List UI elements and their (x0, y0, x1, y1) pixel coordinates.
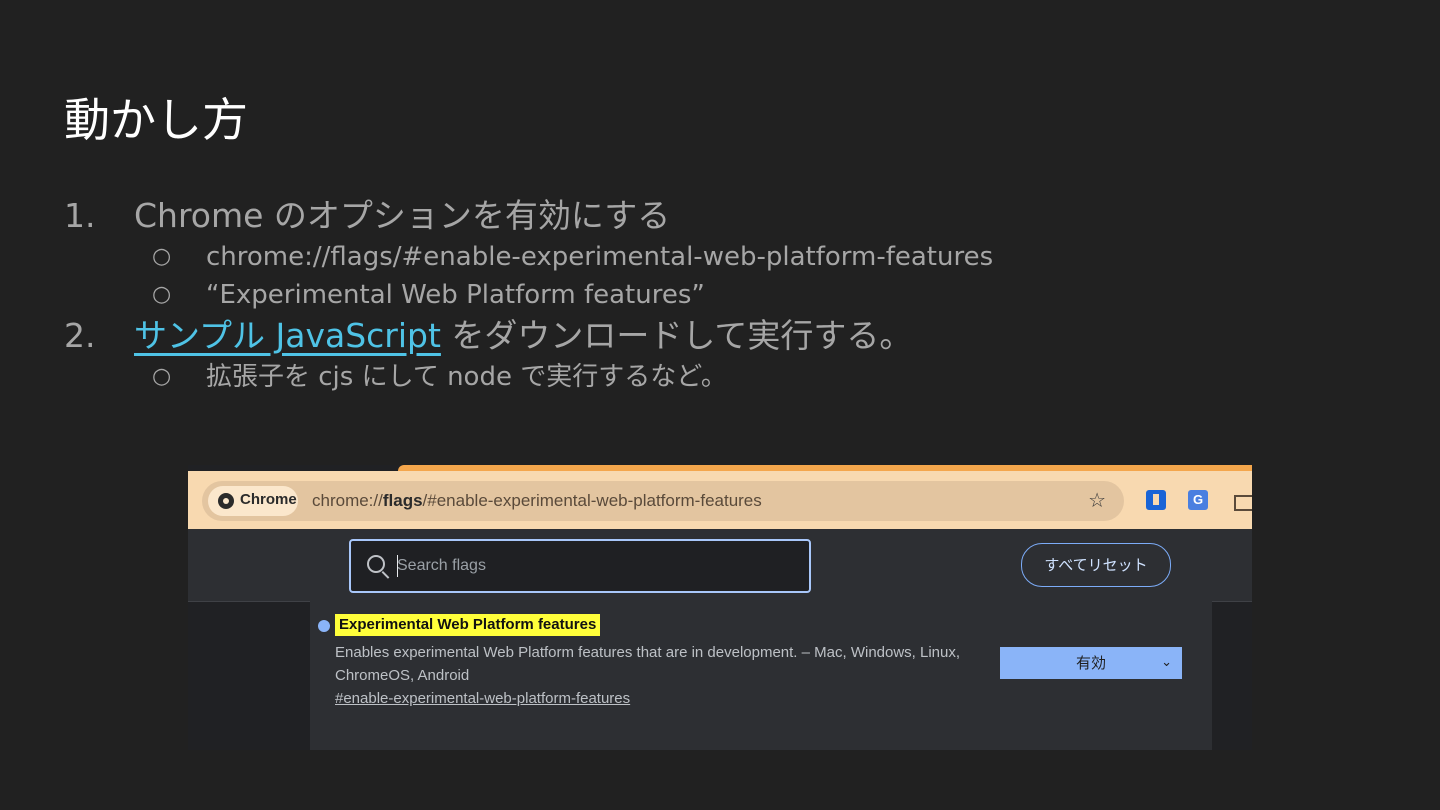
extension-icon[interactable] (1234, 495, 1252, 511)
search-flags-input[interactable] (397, 554, 777, 578)
text-caret (397, 555, 398, 577)
flag-name: Experimental Web Platform features (335, 614, 601, 636)
address-bar-area: Chrome chrome://flags/#enable-experiment… (188, 471, 1252, 529)
omnibox[interactable]: Chrome chrome://flags/#enable-experiment… (202, 481, 1124, 521)
selected-value: 有効 (1075, 654, 1106, 672)
sample-javascript-link[interactable]: サンプル JavaScript (134, 316, 441, 355)
circle-bullet-icon: ○ (152, 282, 172, 307)
search-icon (367, 555, 385, 573)
translate-extension-icon[interactable]: G (1188, 490, 1208, 510)
flags-toolbar: すべてリセット (188, 529, 1252, 602)
step-text-rest: をダウンロードして実行する。 (440, 316, 913, 355)
flag-state-select[interactable]: 有効 ⌄ (1000, 647, 1182, 679)
chip-label: Chrome (240, 491, 297, 508)
chevron-down-icon: ⌄ (1161, 655, 1172, 670)
step-text: サンプル JavaScript をダウンロードして実行する。 (134, 314, 912, 358)
subitem-text: “Experimental Web Platform features” (206, 280, 705, 310)
circle-bullet-icon: ○ (152, 244, 172, 269)
modified-dot-icon (318, 620, 330, 632)
chrome-flags-screenshot: Chrome chrome://flags/#enable-experiment… (188, 465, 1252, 750)
url-text: chrome://flags/#enable-experimental-web-… (312, 491, 762, 510)
search-box[interactable] (349, 539, 811, 593)
flag-description: Enables experimental Web Platform featur… (335, 644, 961, 684)
subitem-text: chrome://flags/#enable-experimental-web-… (206, 242, 994, 272)
circle-bullet-icon: ○ (152, 364, 172, 389)
chrome-logo-icon (218, 493, 234, 509)
flag-anchor-link[interactable]: #enable-experimental-web-platform-featur… (335, 690, 630, 707)
step-1-subitem-2: ○ “Experimental Web Platform features” (64, 276, 1364, 314)
bitwarden-extension-icon[interactable] (1146, 490, 1166, 510)
chrome-chip[interactable]: Chrome (208, 486, 298, 516)
step-2-subitem-1: ○ 拡張子を cjs にして node で実行するなど。 (64, 358, 1364, 396)
flag-entry: Experimental Web Platform features Enabl… (310, 601, 1212, 750)
step-number: 2. (64, 316, 96, 355)
subitem-text: 拡張子を cjs にして node で実行するなど。 (206, 362, 727, 392)
bookmark-star-icon[interactable]: ☆ (1088, 488, 1106, 512)
slide-title: 動かし方 (64, 93, 248, 147)
step-1-subitem-1: ○ chrome://flags/#enable-experimental-we… (64, 238, 1364, 276)
step-2: 2. サンプル JavaScript をダウンロードして実行する。 (64, 314, 1364, 358)
step-1: 1. Chrome のオプションを有効にする (64, 194, 1364, 238)
step-text: Chrome のオプションを有効にする (134, 196, 671, 235)
steps-list: 1. Chrome のオプションを有効にする ○ chrome://flags/… (64, 194, 1364, 396)
step-number: 1. (64, 196, 96, 235)
reset-all-button[interactable]: すべてリセット (1021, 543, 1171, 587)
